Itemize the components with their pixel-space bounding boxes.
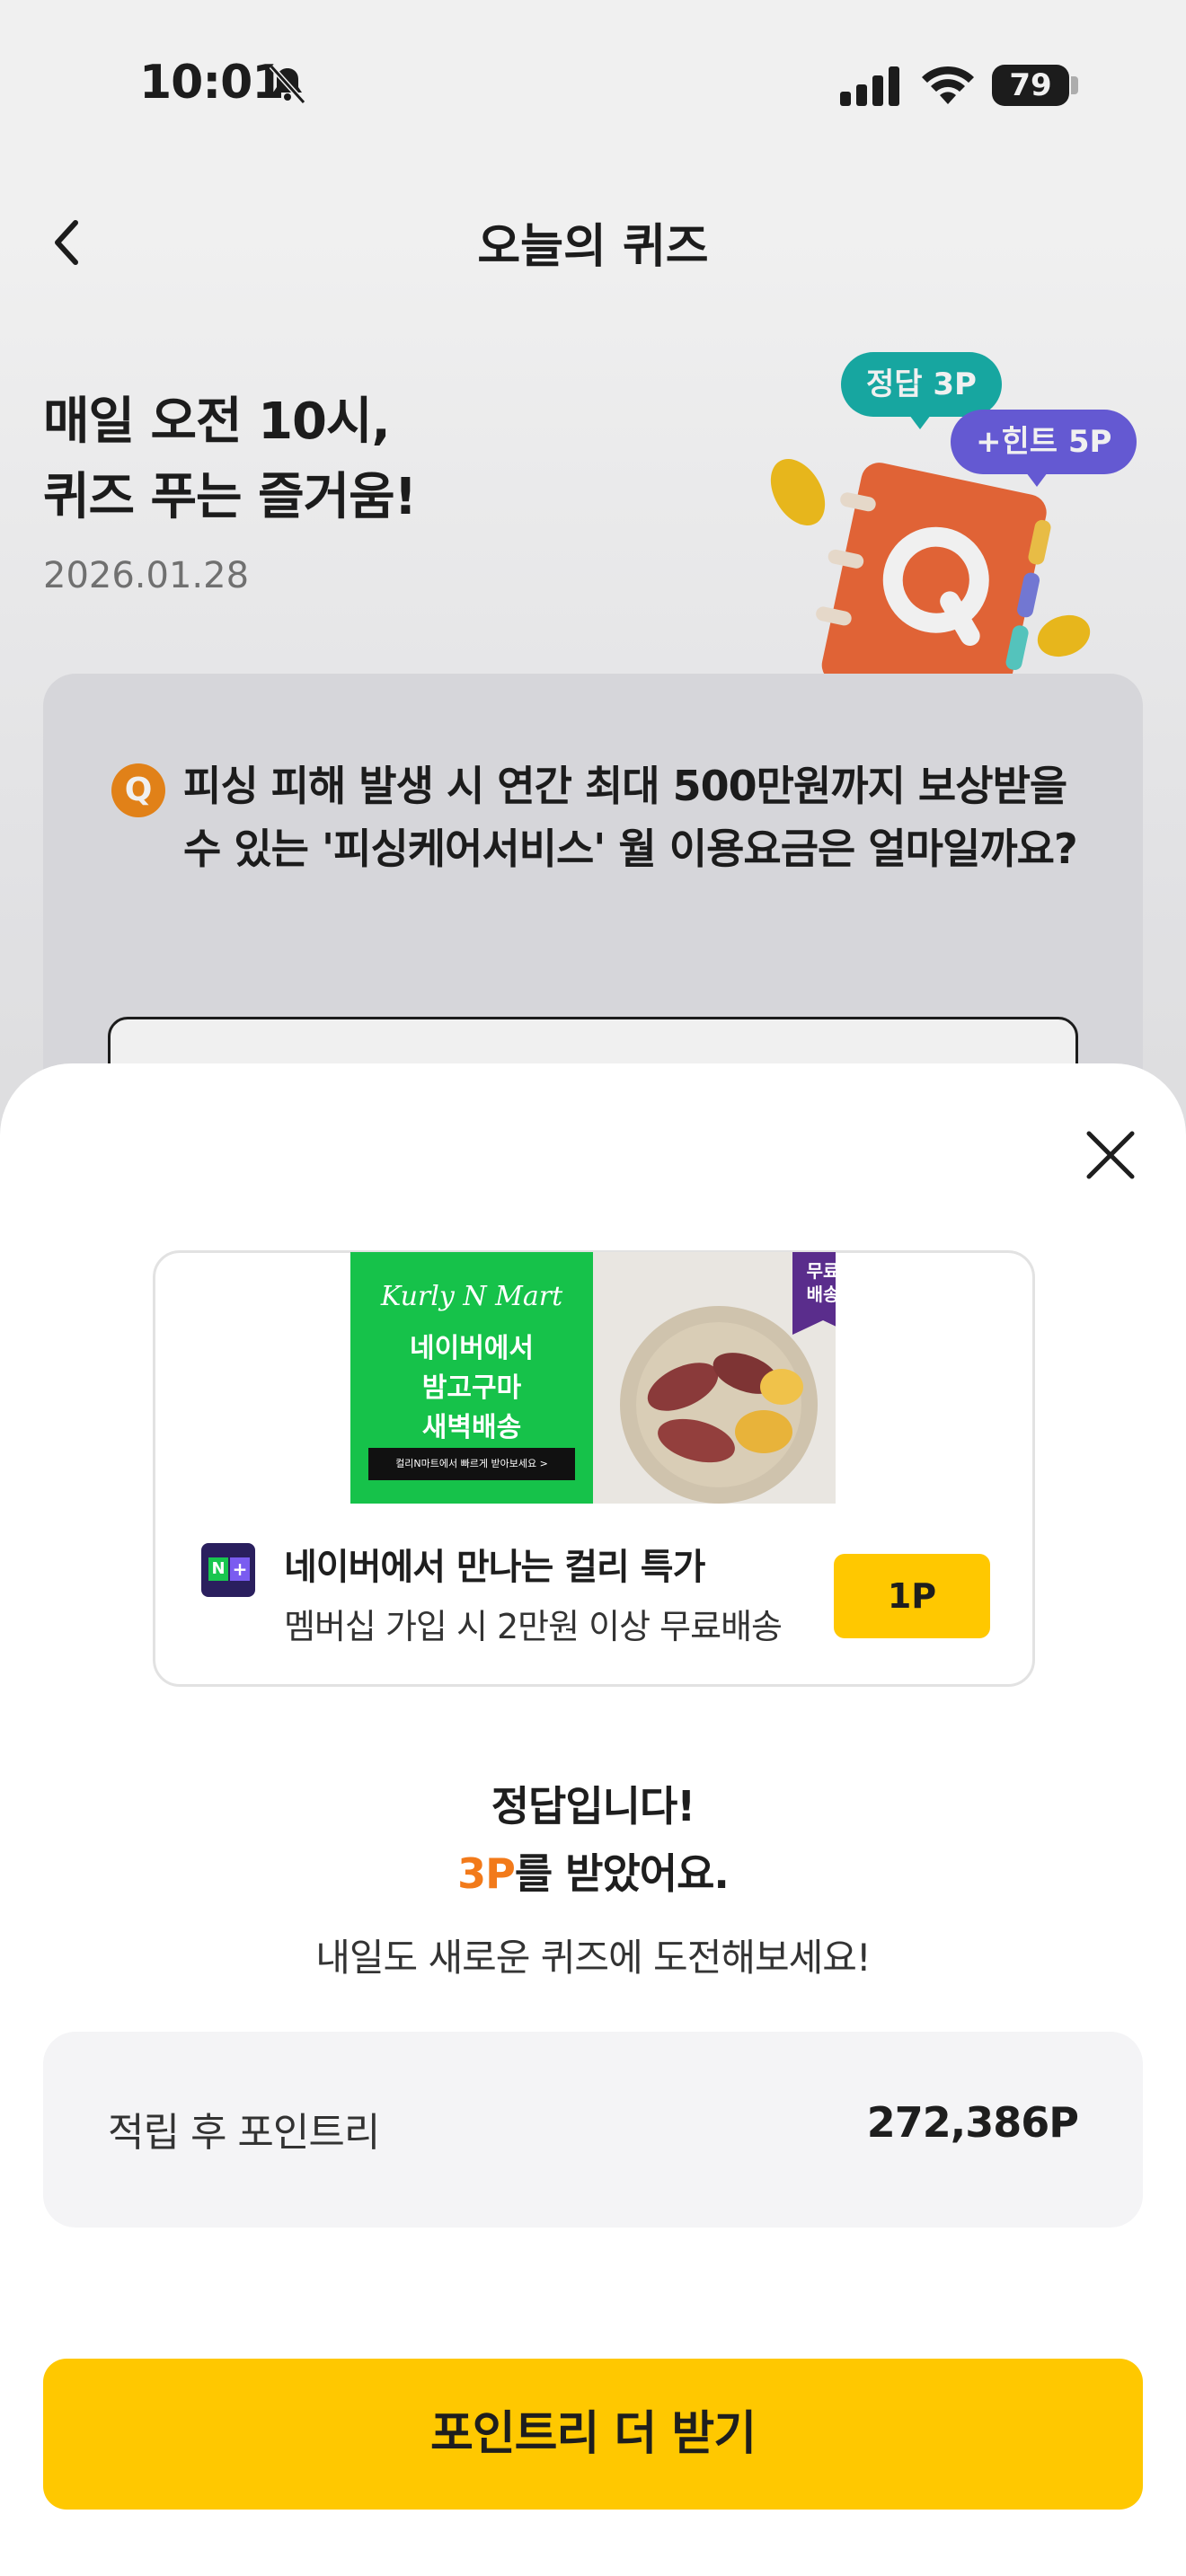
balance-value: 272,386P [866, 2098, 1079, 2147]
quiz-page: 10:01 79 오늘의 퀴즈 매일 오전 10시, 퀴즈 푸는 즐거움! 20… [0, 0, 1186, 2576]
ad-headline-line3: 새벽배송 [421, 1412, 522, 1443]
ad-banner-cta: 컬리N마트에서 빠르게 받아보세요 > [368, 1448, 575, 1480]
ad-product-photo: 무료 배송 [593, 1252, 836, 1504]
ad-brand-logo: Kurly N Mart [380, 1281, 563, 1312]
result-subtitle: 내일도 새로운 퀴즈에 도전해보세요! [315, 1936, 872, 1980]
plus-icon: + [230, 1557, 250, 1581]
free-badge-line1: 무료 [806, 1260, 836, 1282]
balance-label: 적립 후 포인트리 [108, 2110, 380, 2156]
ad-title: 네이버에서 만나는 컬리 특가 [284, 1547, 705, 1588]
ad-banner-headline: 네이버에서 밤고구마 새벽배송 [350, 1329, 593, 1448]
ad-description: 멤버십 가입 시 2만원 이상 무료배송 [284, 1607, 783, 1646]
free-shipping-badge: 무료 배송 [792, 1252, 836, 1335]
naver-plus-logo-icon: N + [201, 1543, 255, 1597]
earned-points-suffix: 를 받았어요. [514, 1849, 730, 1898]
result-title: 정답입니다! [491, 1782, 696, 1831]
ad-point-button[interactable]: 1P [834, 1554, 990, 1638]
earned-points: 3P [457, 1849, 516, 1898]
close-icon[interactable] [1084, 1128, 1137, 1182]
ad-banner-green-panel: Kurly N Mart 네이버에서 밤고구마 새벽배송 컬리N마트에서 빠르게… [350, 1252, 593, 1504]
ad-banner[interactable]: Kurly N Mart 네이버에서 밤고구마 새벽배송 컬리N마트에서 빠르게… [350, 1252, 836, 1504]
ad-headline-line1: 네이버에서 [410, 1333, 534, 1364]
get-more-points-button[interactable]: 포인트리 더 받기 [43, 2359, 1143, 2510]
naver-n-icon: N [208, 1557, 228, 1581]
result-points: 3P를 받았어요. [0, 1841, 1186, 1901]
ad-headline-line2: 밤고구마 [421, 1372, 522, 1404]
free-badge-line2: 배송 [806, 1284, 836, 1305]
